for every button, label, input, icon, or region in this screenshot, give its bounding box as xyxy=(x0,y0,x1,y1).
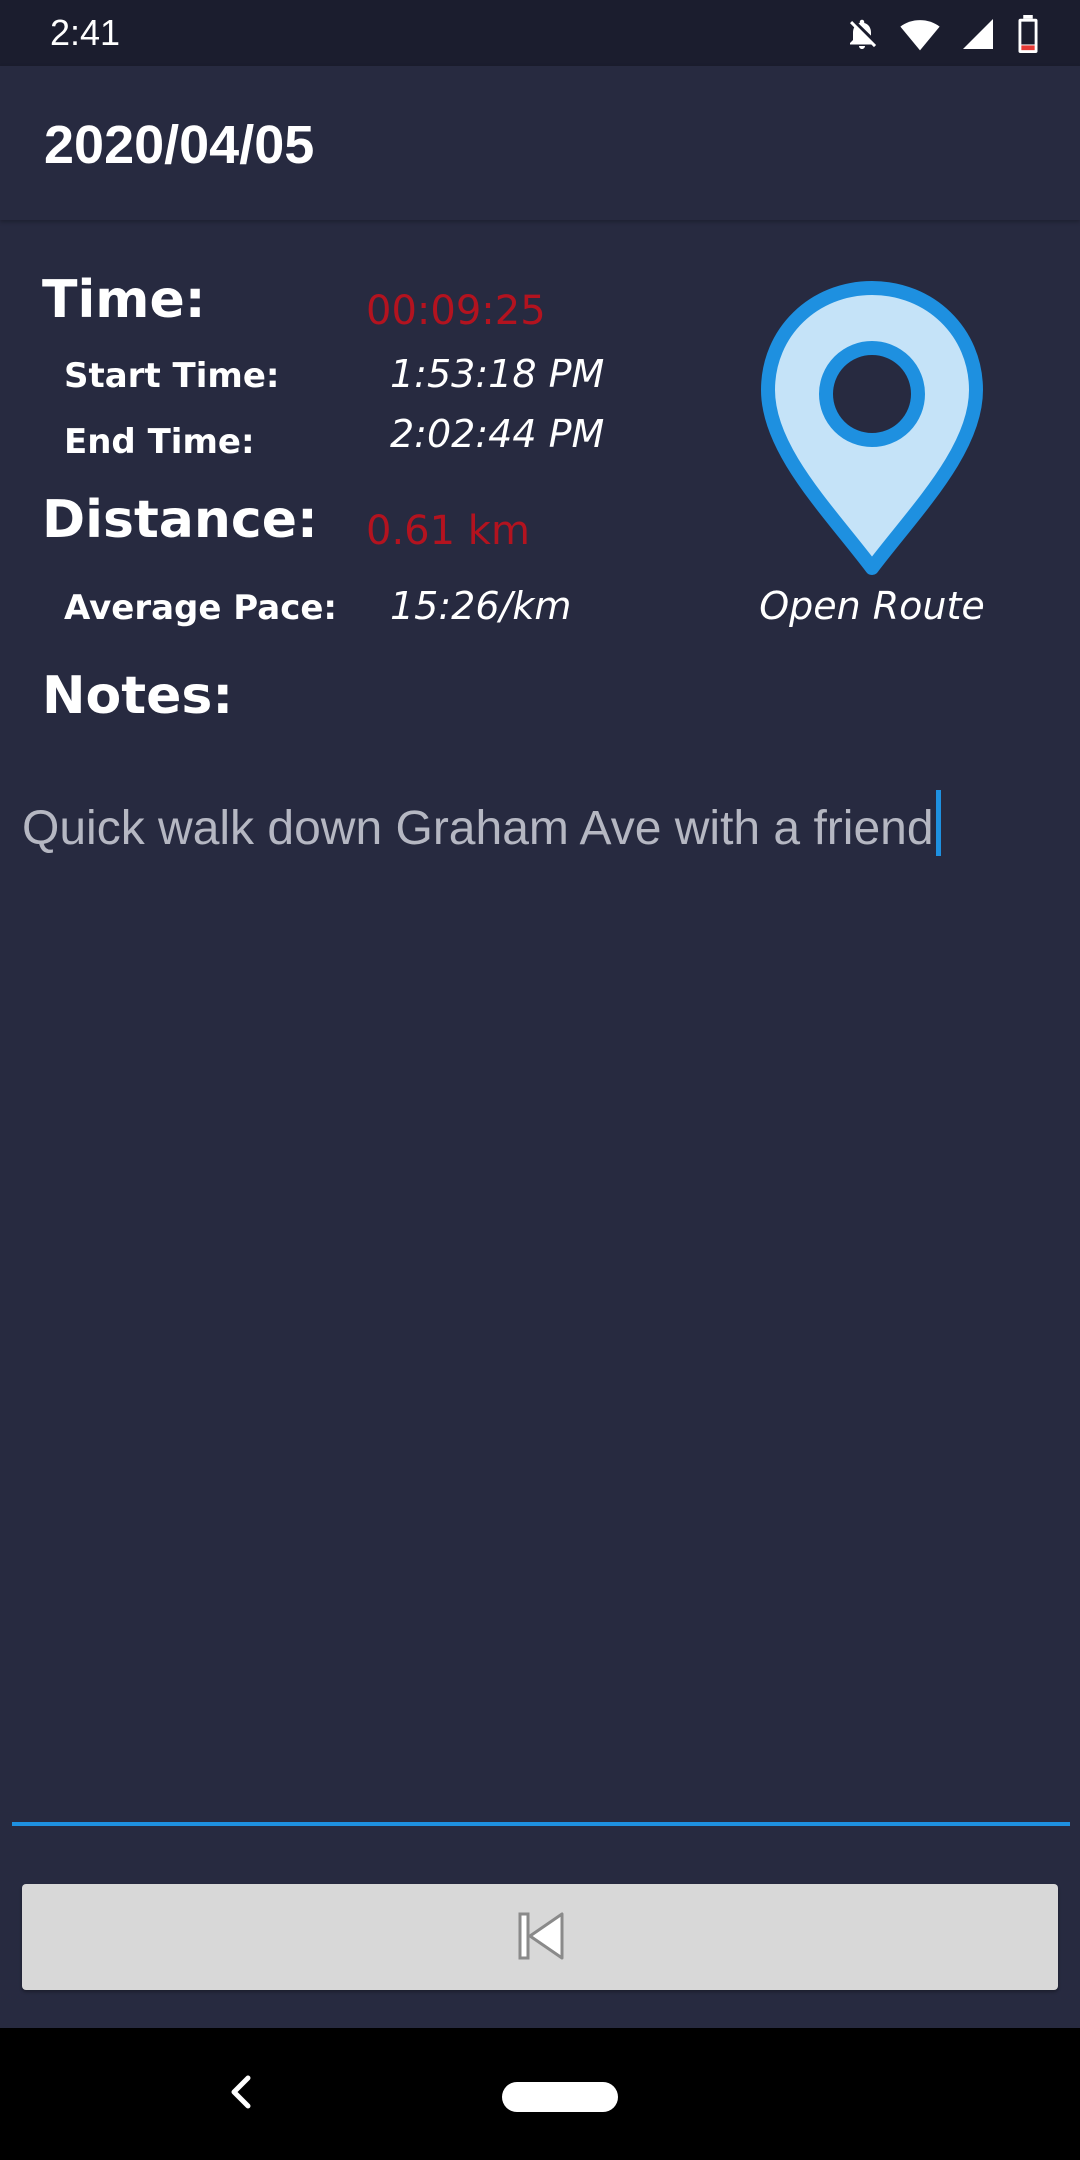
end-time-value: 2:02:44 PM xyxy=(390,412,605,456)
battery-icon xyxy=(1016,15,1040,53)
nav-home-button[interactable] xyxy=(502,2082,618,2112)
notifications-off-icon xyxy=(844,16,880,52)
open-route-button[interactable]: Open Route xyxy=(740,280,1004,640)
text-cursor xyxy=(935,790,941,856)
map-pin-icon[interactable] xyxy=(758,280,986,580)
screen: 2:41 2020/04/05 Time: 00:09:25 Start Tim… xyxy=(0,0,1080,2160)
status-time: 2:41 xyxy=(50,12,121,53)
average-pace-value: 15:26/km xyxy=(390,584,572,628)
notes-input[interactable]: Quick walk down Graham Ave with a friend xyxy=(22,790,1062,856)
time-label: Time: xyxy=(42,270,206,330)
distance-label: Distance: xyxy=(42,490,318,550)
back-button[interactable] xyxy=(22,1884,1058,1990)
status-icons xyxy=(844,14,1040,54)
cell-signal-icon xyxy=(960,16,996,52)
navigation-bar xyxy=(0,2028,1080,2160)
wifi-icon xyxy=(900,16,940,52)
notes-label: Notes: xyxy=(42,666,234,726)
end-time-label: End Time: xyxy=(64,422,255,462)
time-value: 00:09:25 xyxy=(366,288,546,334)
distance-value: 0.61 km xyxy=(366,508,530,554)
page-title: 2020/04/05 xyxy=(44,115,315,175)
nav-back-icon[interactable] xyxy=(226,2072,254,2117)
skip-previous-icon xyxy=(518,1912,564,1960)
status-bar: 2:41 xyxy=(0,0,1080,66)
start-time-value: 1:53:18 PM xyxy=(390,352,605,396)
notes-input-underline xyxy=(12,1822,1070,1826)
app-bar: 2020/04/05 xyxy=(0,66,1080,220)
average-pace-label: Average Pace: xyxy=(64,588,338,628)
notes-input-value: Quick walk down Graham Ave with a friend xyxy=(22,802,934,855)
open-route-label: Open Route xyxy=(759,584,985,628)
start-time-label: Start Time: xyxy=(64,356,280,396)
